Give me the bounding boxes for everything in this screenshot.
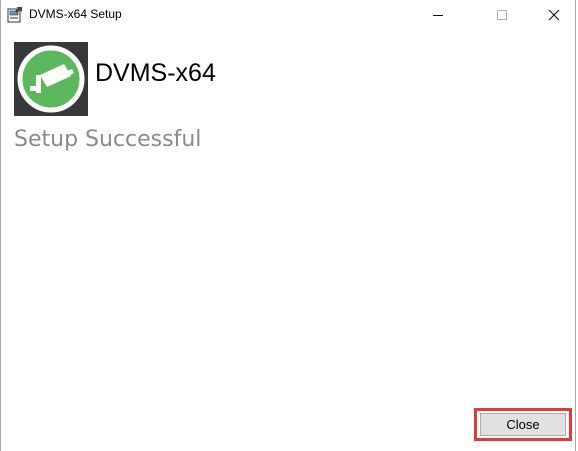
setup-window: DVMS-x64 Setup DVMS-x64 Setup Successful… <box>0 0 576 451</box>
minimize-icon <box>432 6 444 25</box>
security-camera-icon <box>14 45 88 120</box>
installer-icon <box>7 6 24 23</box>
close-window-button[interactable] <box>531 0 577 30</box>
setup-status: Setup Successful <box>14 127 202 152</box>
product-logo <box>14 42 88 116</box>
minimize-button[interactable] <box>415 0 461 30</box>
window-title: DVMS-x64 Setup <box>29 7 122 21</box>
product-name: DVMS-x64 <box>95 59 216 87</box>
maximize-button[interactable] <box>479 0 525 30</box>
maximize-icon <box>496 6 508 25</box>
close-icon <box>548 6 560 25</box>
close-button[interactable]: Close <box>480 413 566 436</box>
title-bar: DVMS-x64 Setup <box>1 0 575 30</box>
